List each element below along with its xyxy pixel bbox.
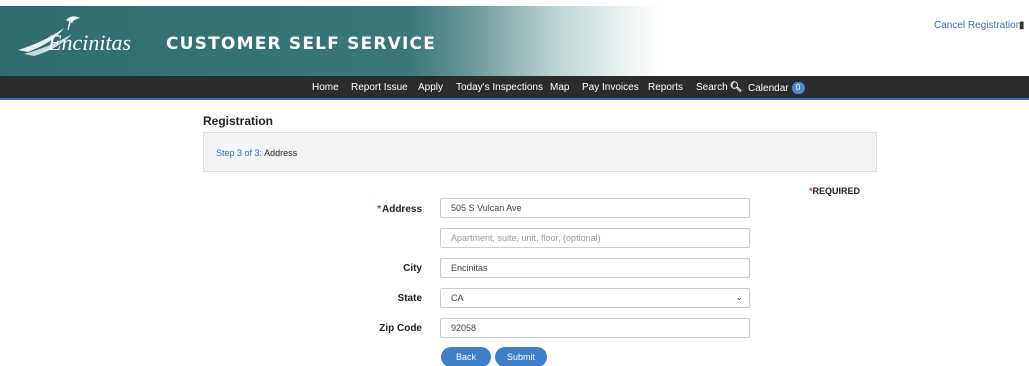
- main-nav: Home Report Issue Apply Today's Inspecti…: [0, 76, 1029, 100]
- nav-item-report-issue[interactable]: Report Issue: [351, 82, 408, 93]
- back-button[interactable]: Back: [441, 347, 491, 366]
- state-select-box[interactable]: CA ⌄: [440, 288, 750, 308]
- city-label: City: [403, 263, 422, 274]
- state-select-value: CA: [451, 293, 464, 303]
- step-indicator: Step 3 of 3: Address: [216, 148, 297, 158]
- step-name: Address: [264, 148, 298, 158]
- submit-button[interactable]: Submit: [495, 347, 547, 366]
- address-input[interactable]: [440, 198, 750, 218]
- city-input[interactable]: [440, 258, 750, 278]
- nav-item-todays-inspections[interactable]: Today's Inspections: [456, 82, 543, 93]
- required-note: *REQUIRED: [809, 186, 860, 196]
- header-banner: Encinitas CUSTOMER SELF SERVICE Cancel R…: [0, 0, 1029, 76]
- address-label: *Address: [302, 204, 422, 215]
- address-line2-input[interactable]: [440, 228, 750, 248]
- address-required-star: *: [377, 204, 381, 215]
- zip-code-input[interactable]: [440, 318, 750, 338]
- nav-item-search-label: Search: [696, 82, 728, 93]
- search-icon: 🔍︎: [729, 82, 743, 93]
- zip-label: Zip Code: [379, 323, 422, 334]
- state-select[interactable]: CA ⌄: [440, 288, 750, 308]
- logo-text: Encinitas: [48, 30, 132, 55]
- nav-item-calendar[interactable]: Calendar 0: [748, 82, 805, 94]
- nav-item-reports[interactable]: Reports: [648, 82, 683, 93]
- calendar-count-badge: 0: [791, 82, 805, 94]
- site-title: CUSTOMER SELF SERVICE: [166, 34, 437, 54]
- nav-item-apply[interactable]: Apply: [418, 82, 443, 93]
- exit-icon[interactable]: ▮: [1019, 20, 1025, 31]
- nav-item-map[interactable]: Map: [550, 82, 569, 93]
- step-progress: Step 3 of 3:: [216, 148, 263, 158]
- step-indicator-panel: Step 3 of 3: Address: [203, 132, 877, 172]
- required-note-label: REQUIRED: [812, 186, 861, 196]
- nav-item-calendar-label: Calendar: [748, 83, 789, 94]
- nav-item-pay-invoices[interactable]: Pay Invoices: [582, 82, 639, 93]
- page-title: Registration: [203, 114, 274, 128]
- cancel-registration-link[interactable]: Cancel Registration: [934, 20, 1021, 31]
- chevron-down-icon: ⌄: [735, 292, 743, 302]
- address-label-text: Address: [381, 204, 422, 215]
- state-label: State: [397, 293, 422, 304]
- nav-item-home[interactable]: Home: [312, 82, 339, 93]
- nav-item-search[interactable]: Search 🔍︎: [696, 82, 742, 93]
